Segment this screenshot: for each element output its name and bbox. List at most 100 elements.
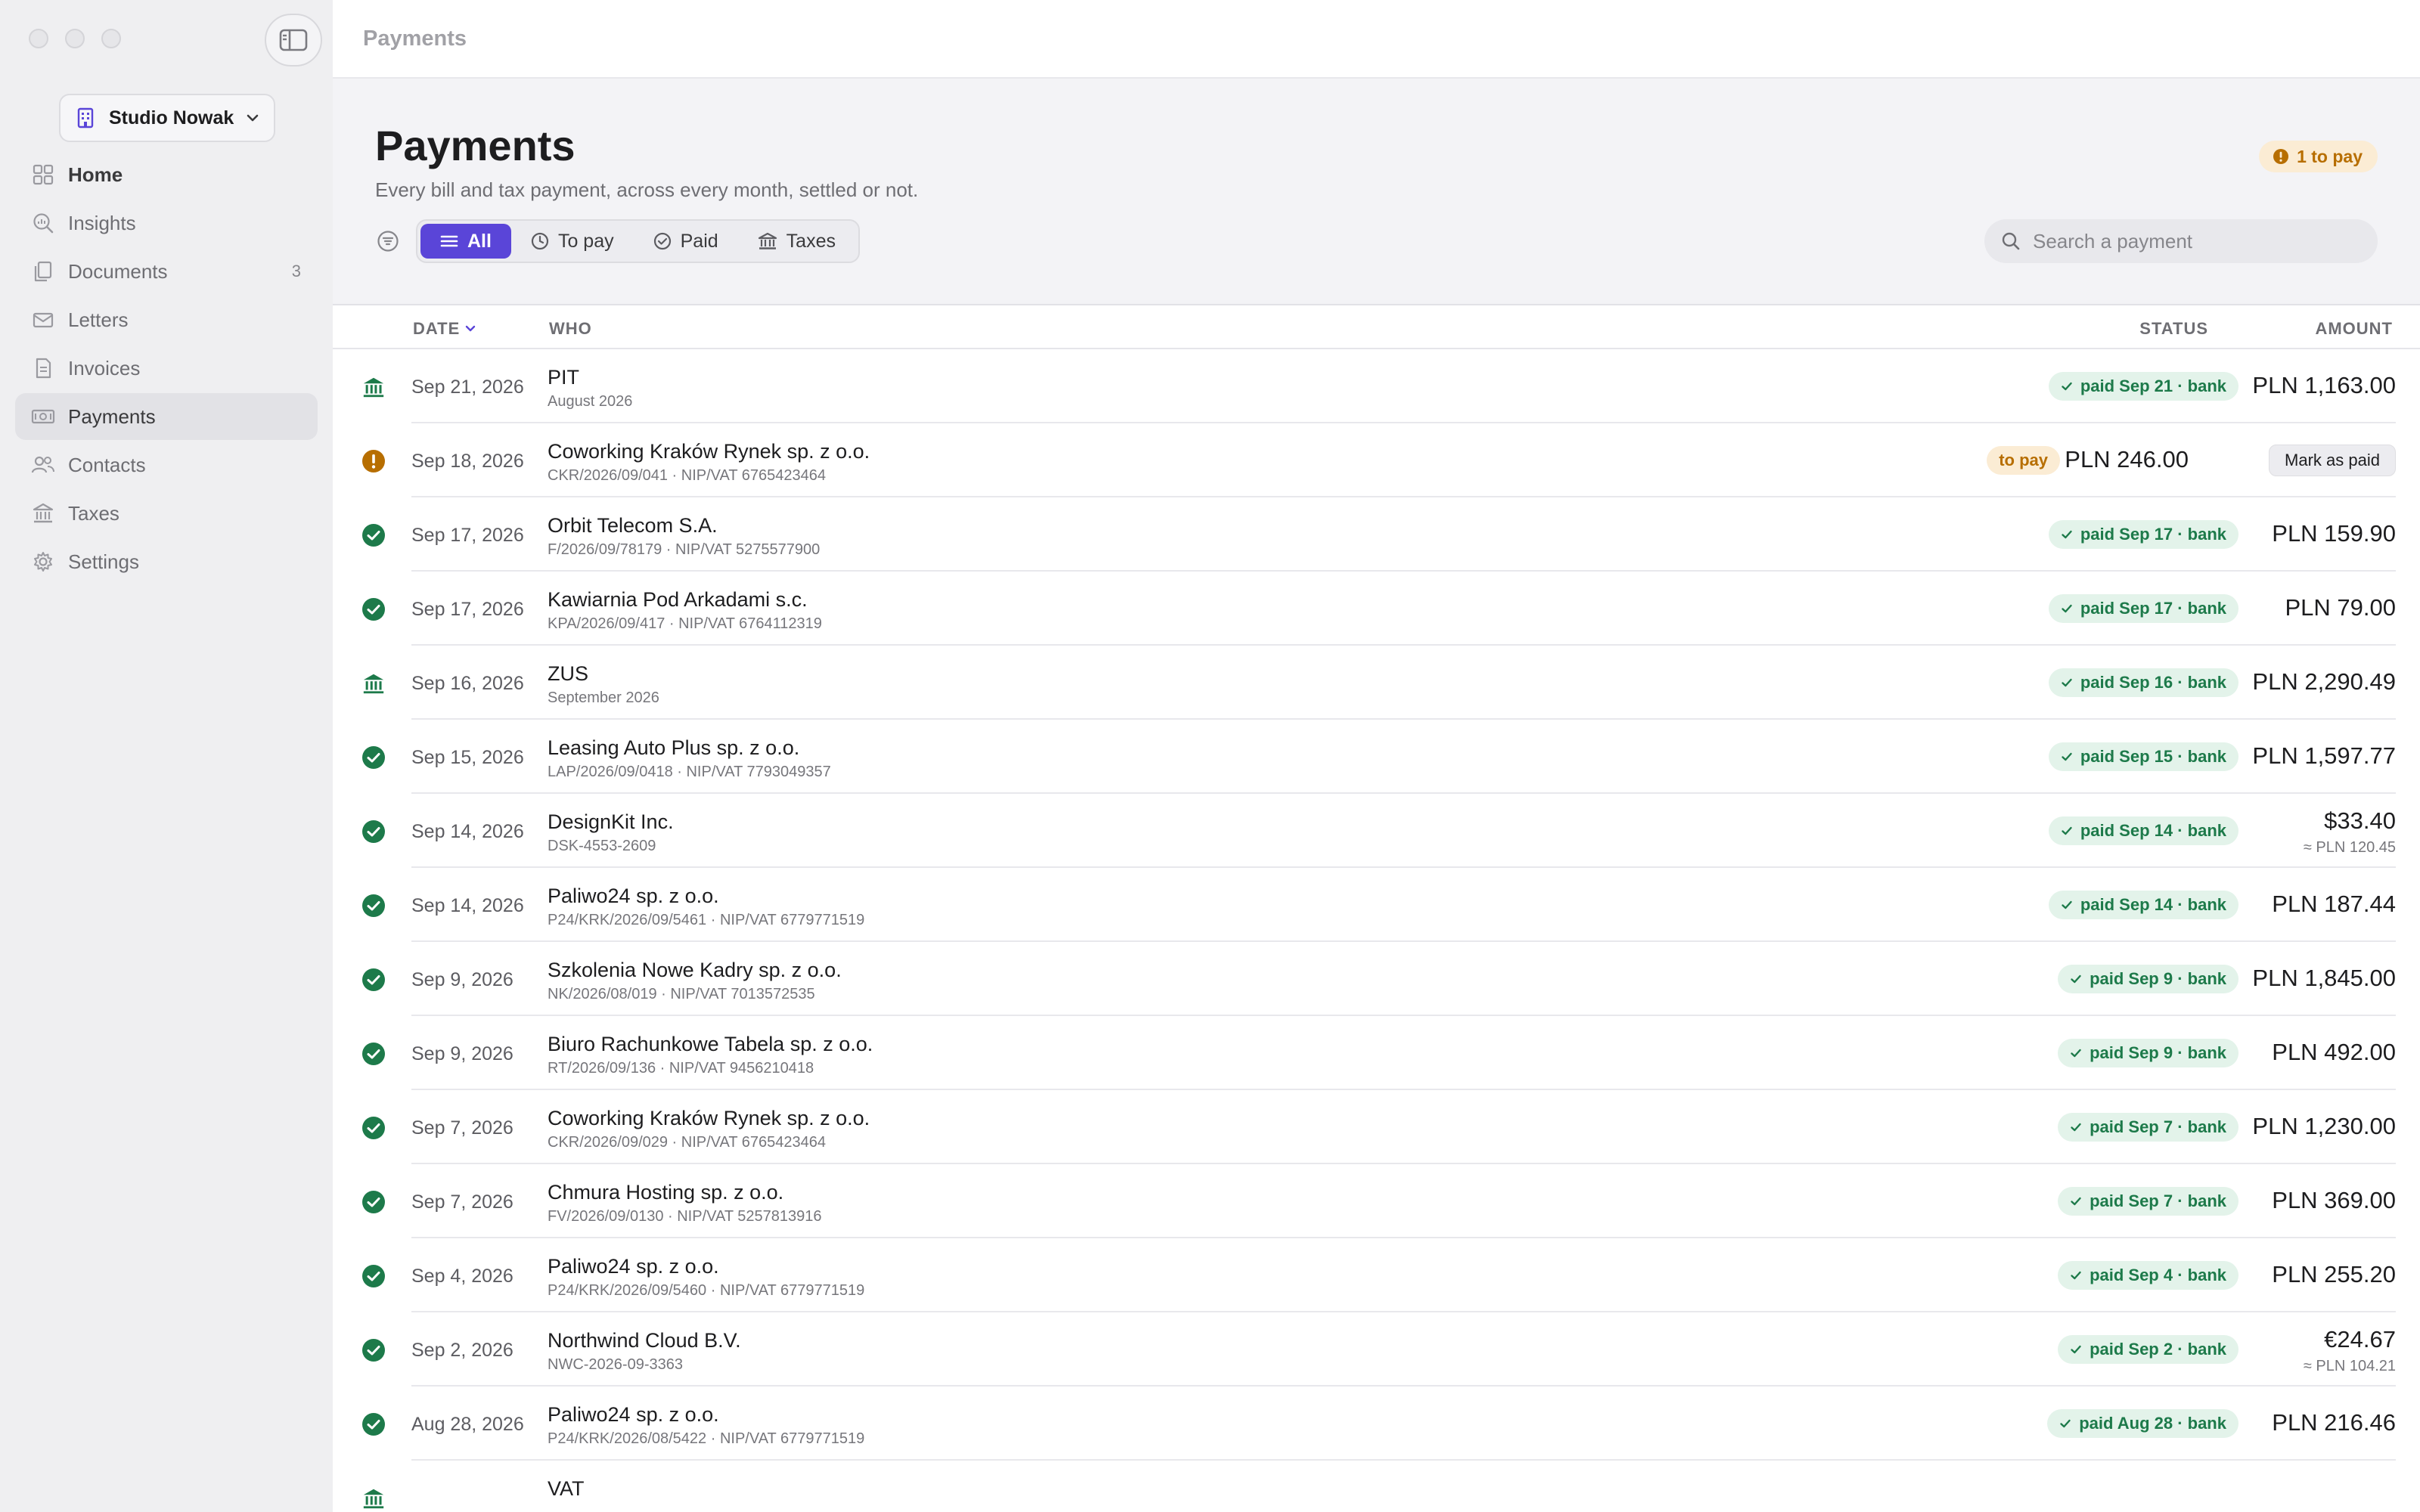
table-row[interactable]: Sep 7, 2026 Coworking Kraków Rynek sp. z …	[333, 1090, 2420, 1164]
status-badge-label: paid Sep 21 · bank	[2080, 376, 2226, 395]
status-badge: paid Aug 28 · bank	[2047, 1409, 2238, 1438]
mark-as-paid-button[interactable]: Mark as paid	[2269, 445, 2396, 476]
payment-amount: PLN 187.44	[2272, 891, 2396, 917]
payee-name: DesignKit Inc.	[548, 810, 674, 833]
checkmark-icon	[2070, 1047, 2082, 1059]
amount-column-header[interactable]: AMOUNT	[2315, 319, 2393, 339]
status-badge-label: paid Sep 17 · bank	[2080, 525, 2226, 544]
table-row[interactable]: Sep 4, 2026 Paliwo24 sp. z o.o. P24/KRK/20…	[333, 1238, 2420, 1312]
payment-date: Sep 9, 2026	[411, 1043, 513, 1064]
sidebar-item-settings[interactable]: Settings	[15, 538, 318, 585]
sidebar-item-label: Letters	[68, 308, 129, 331]
status-badge: paid Sep 17 · bank	[2048, 594, 2238, 623]
payment-date: Sep 16, 2026	[411, 673, 524, 694]
status-badge: paid Sep 14 · bank	[2048, 816, 2238, 845]
bank-icon	[361, 1486, 386, 1510]
payment-date: Sep 2, 2026	[411, 1340, 513, 1361]
status-badge-label: paid Sep 14 · bank	[2080, 895, 2226, 914]
sidebar-item-insights[interactable]: Insights	[15, 200, 318, 246]
table-row[interactable]: Sep 9, 2026 Szkolenia Nowe Kadry sp. z o.…	[333, 942, 2420, 1016]
sidebar-item-letters[interactable]: Letters	[15, 296, 318, 343]
checkmark-icon	[2070, 1269, 2082, 1281]
status-badge: paid Sep 2 · bank	[2058, 1335, 2238, 1364]
status-column-header[interactable]: STATUS	[2139, 319, 2208, 339]
table-row[interactable]: Sep 14, 2026 Paliwo24 sp. z o.o. P24/KRK/2…	[333, 868, 2420, 942]
payment-amount: PLN 369.00	[2272, 1187, 2396, 1213]
payment-reference: F/2026/09/78179 · NIP/VAT 5275577900	[548, 541, 821, 558]
people-icon	[29, 451, 57, 479]
sidebar-item-taxes[interactable]: Taxes	[15, 490, 318, 537]
payment-date: Aug 28, 2026	[411, 1414, 524, 1435]
sidebar-item-invoices[interactable]: Invoices	[15, 345, 318, 392]
sidebar-toggle-icon	[279, 29, 308, 51]
checkmark-icon	[2061, 380, 2073, 392]
sidebar-item-label: Settings	[68, 550, 139, 573]
window-controls	[29, 29, 121, 48]
check-circle-icon	[361, 820, 386, 844]
alert-icon	[2273, 149, 2289, 164]
filter-menu-button[interactable]	[375, 228, 401, 254]
minimize-window-button[interactable]	[65, 29, 85, 48]
table-row[interactable]: Sep 17, 2026 Kawiarnia Pod Arkadami s.c. K…	[333, 572, 2420, 646]
search-field[interactable]	[1984, 219, 2378, 263]
table-row[interactable]: Sep 15, 2026 Leasing Auto Plus sp. z o.o.…	[333, 720, 2420, 794]
sidebar-item-payments[interactable]: Payments	[15, 393, 318, 440]
payee-name: Paliwo24 sp. z o.o.	[548, 1255, 719, 1278]
sidebar-toggle-button[interactable]	[265, 14, 322, 67]
status-badge-label: paid Sep 16 · bank	[2080, 673, 2226, 692]
sidebar: Studio Nowak Home Insights Documents 3 Lette…	[0, 0, 333, 1512]
who-column-header[interactable]: WHO	[549, 319, 592, 339]
sidebar-item-contacts[interactable]: Contacts	[15, 442, 318, 488]
payee-name: VAT	[548, 1477, 585, 1500]
table-row[interactable]: Sep 9, 2026 Biuro Rachunkowe Tabela sp. z…	[333, 1016, 2420, 1090]
table-row[interactable]: Sep 14, 2026 DesignKit Inc. DSK-4553-2609 p…	[333, 794, 2420, 868]
sidebar-item-label: Insights	[68, 211, 136, 234]
date-column-header[interactable]: DATE	[413, 319, 476, 339]
organization-switcher[interactable]: Studio Nowak	[59, 94, 275, 142]
filter-to-pay[interactable]: To pay	[511, 224, 634, 259]
payment-date: Sep 9, 2026	[411, 969, 513, 990]
table-row[interactable]: Aug 28, 2026 Paliwo24 sp. z o.o. P24/KRK/2…	[333, 1387, 2420, 1461]
search-input[interactable]	[2033, 229, 2366, 253]
status-badge: paid Sep 9 · bank	[2058, 1039, 2238, 1067]
checkmark-icon	[2070, 973, 2082, 985]
checkmark-icon	[2059, 1418, 2071, 1430]
payee-name: Chmura Hosting sp. z o.o.	[548, 1181, 784, 1204]
table-row[interactable]: VAT	[333, 1461, 2420, 1512]
table-row[interactable]: Sep 21, 2026 PIT August 2026 paid Sep 21 · …	[333, 349, 2420, 423]
table-row[interactable]: Sep 2, 2026 Northwind Cloud B.V. NWC-2026-…	[333, 1312, 2420, 1387]
table-row[interactable]: Sep 16, 2026 ZUS September 2026 paid Sep 16…	[333, 646, 2420, 720]
payee-name: Orbit Telecom S.A.	[548, 514, 718, 537]
filter-paid[interactable]: Paid	[634, 224, 738, 259]
sidebar-item-count: 3	[291, 262, 301, 280]
table-row[interactable]: Sep 18, 2026 Coworking Kraków Rynek sp. z…	[333, 423, 2420, 497]
filter-taxes[interactable]: Taxes	[738, 224, 855, 259]
date-column-label: DATE	[413, 319, 461, 338]
sidebar-item-label: Documents	[68, 259, 168, 283]
payment-date: Sep 21, 2026	[411, 376, 524, 398]
payee-name: PIT	[548, 366, 580, 389]
sidebar-item-documents[interactable]: Documents 3	[15, 248, 318, 295]
sidebar-item-label: Contacts	[68, 453, 146, 476]
checkmark-icon	[2061, 528, 2073, 541]
filter-all[interactable]: All	[420, 224, 511, 259]
sidebar-nav: Home Insights Documents 3 Letters Invoices Pay…	[15, 151, 318, 587]
payment-amount: PLN 79.00	[2285, 594, 2397, 621]
payee-name: Kawiarnia Pod Arkadami s.c.	[548, 588, 808, 611]
table-row[interactable]: Sep 17, 2026 Orbit Telecom S.A. F/2026/09/…	[333, 497, 2420, 572]
status-badge: paid Sep 17 · bank	[2048, 520, 2238, 549]
payment-date: Sep 14, 2026	[411, 821, 524, 842]
close-window-button[interactable]	[29, 29, 48, 48]
payment-amount: PLN 1,597.77	[2252, 742, 2396, 769]
payment-amount: PLN 1,230.00	[2252, 1113, 2396, 1139]
status-badge-label: paid Sep 9 · bank	[2090, 969, 2226, 988]
to-pay-badge[interactable]: 1 to pay	[2259, 141, 2378, 172]
table-header: DATE WHO STATUS AMOUNT	[333, 305, 2420, 349]
sidebar-item-home[interactable]: Home	[15, 151, 318, 198]
table-row[interactable]: Sep 7, 2026 Chmura Hosting sp. z o.o. FV/2…	[333, 1164, 2420, 1238]
filter-to-pay-label: To pay	[557, 230, 614, 252]
check-circle-icon	[361, 968, 386, 992]
payment-date: Sep 7, 2026	[411, 1117, 513, 1139]
zoom-window-button[interactable]	[101, 29, 121, 48]
check-circle-icon	[361, 745, 386, 770]
